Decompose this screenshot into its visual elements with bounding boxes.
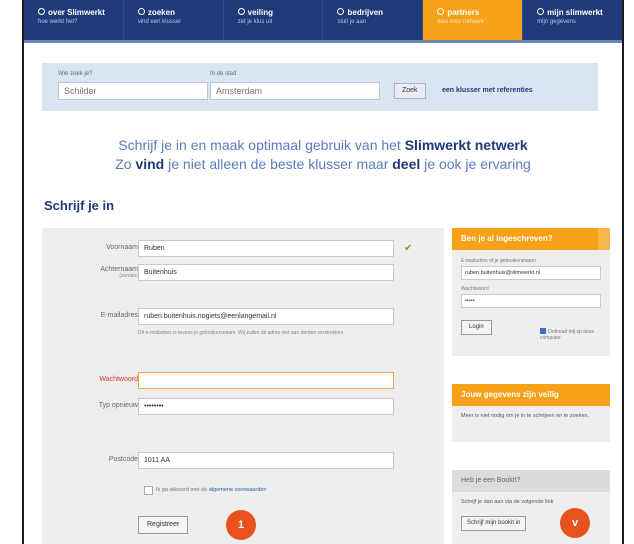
search-what-label: Wie zoek je? — [58, 71, 93, 77]
nav-item-sublabel: zet je klus uit — [237, 19, 273, 25]
bookit-button[interactable]: Schrijf mijn bookit in — [461, 516, 527, 531]
email-field[interactable]: ruben.buitenhuis.nogiets@eenlangemail.nl — [138, 308, 394, 325]
last-name-label: Achternaam — [100, 266, 138, 273]
search-what-input[interactable] — [58, 82, 208, 100]
register-button[interactable]: Registreer — [138, 516, 189, 534]
last-name-sublabel: (zonder) — [119, 273, 138, 279]
password-label: Wachtwoord — [99, 376, 138, 383]
nav-item-sublabel: sluit je aan — [337, 19, 367, 25]
postcode-label: Postcode — [108, 456, 138, 463]
check-icon: ✔ — [404, 243, 413, 254]
nav-item-sublabel: kies voor netwerk — [437, 19, 484, 25]
login-button[interactable]: Login — [461, 320, 492, 335]
terms-checkbox[interactable] — [144, 486, 153, 495]
search-where-label: In de stad — [210, 71, 237, 77]
page-title: Schrijf je in — [44, 198, 115, 213]
nav-item-label: partners — [447, 8, 480, 17]
login-box: Ben je al ingeschreven? E-mailadres of j… — [452, 228, 610, 356]
nav-item-zoeken[interactable]: zoeken vind een klusser — [124, 0, 224, 40]
bookit-box: Heb je een BookIt? Schrijf je dan aan vi… — [452, 470, 610, 544]
circle-icon — [137, 8, 145, 15]
login-email-label: E-mailadres of je gebruikersnaam — [461, 258, 536, 264]
postcode-field[interactable]: 1011 AA — [138, 452, 394, 469]
circle-icon — [38, 8, 45, 15]
nav-item-label: mijn slimwerkt — [547, 8, 603, 17]
bookit-text: Schrijf je dan aan via de volgende link — [461, 499, 554, 505]
login-email-field[interactable]: ruben.buitenhuis@slimwerkt.nl — [461, 266, 601, 280]
search-referenties-link[interactable]: een klusser met referenties — [442, 87, 533, 94]
email-hint: Dit e-mailadres is tevens je gebruikersn… — [138, 330, 345, 336]
privacy-text: Meer is niet nodig om je in te schrijven… — [461, 413, 590, 419]
nav-item-sublabel: mijn gegevens — [537, 19, 576, 25]
password-field[interactable] — [138, 372, 394, 389]
remember-label: Onthoud mij op deze computer — [540, 329, 595, 341]
remember-checkbox[interactable] — [540, 328, 546, 334]
nav-item-veiling[interactable]: veiling zet je klus uit — [224, 0, 324, 40]
search-bar: Wie zoek je? In de stad Zoek een klusser… — [42, 63, 598, 111]
nav-item-label: zoeken — [147, 8, 175, 17]
circle-icon — [237, 8, 245, 15]
first-name-label: Voornaam — [106, 244, 138, 251]
main-navigation: over Slimwerkt hoe werkt het? zoeken vin… — [24, 0, 622, 43]
privacy-box: Jouw gegevens zijn veilig Meer is niet n… — [452, 384, 610, 442]
intro-text: Schrijf je in en maak optimaal gebruik v… — [115, 137, 531, 172]
nav-item-label: bedrijven — [347, 8, 384, 17]
nav-item-mijn-slimwerkt[interactable]: mijn slimwerkt mijn gegevens — [523, 0, 622, 40]
nav-item-label: veiling — [247, 8, 273, 17]
repeat-password-label: Typ opnieuw — [98, 402, 138, 409]
nav-item-bedrijven[interactable]: bedrijven sluit je aan — [323, 0, 424, 40]
first-name-field[interactable]: Ruben — [138, 240, 394, 257]
nav-item-partners[interactable]: partners kies voor netwerk — [423, 0, 524, 40]
circle-icon — [437, 8, 445, 15]
nav-item-over-slimwerkt[interactable]: over Slimwerkt hoe werkt het? — [24, 0, 124, 40]
step-badge: 1 — [226, 510, 256, 540]
browser-frame: over Slimwerkt hoe werkt het? zoeken vin… — [22, 0, 624, 544]
login-title: Ben je al ingeschreven? — [452, 228, 610, 250]
circle-icon — [537, 8, 545, 15]
step-badge-2: v — [560, 508, 590, 538]
terms-text: Ik ga akkoord met de — [156, 487, 209, 493]
circle-icon — [337, 8, 345, 15]
search-where-input[interactable] — [210, 82, 380, 100]
last-name-field[interactable]: Buitenhuis — [138, 264, 394, 281]
nav-item-sublabel: hoe werkt het? — [38, 19, 78, 25]
login-password-field[interactable]: ••••• — [461, 294, 601, 308]
search-button[interactable]: Zoek — [394, 83, 426, 99]
terms-link[interactable]: algemene voorwaarden — [209, 487, 266, 493]
login-password-label: Wachtwoord — [461, 286, 489, 292]
nav-item-sublabel: vind een klusser — [137, 19, 182, 25]
signup-form: Voornaam Ruben ✔ Achternaam (zonder) Buit… — [42, 228, 444, 544]
email-label: E-mailadres — [100, 312, 138, 319]
repeat-password-field[interactable]: •••••••• — [138, 398, 394, 415]
bookit-title: Heb je een BookIt? — [452, 470, 610, 492]
privacy-title: Jouw gegevens zijn veilig — [452, 384, 610, 406]
nav-item-label: over Slimwerkt — [48, 8, 105, 17]
